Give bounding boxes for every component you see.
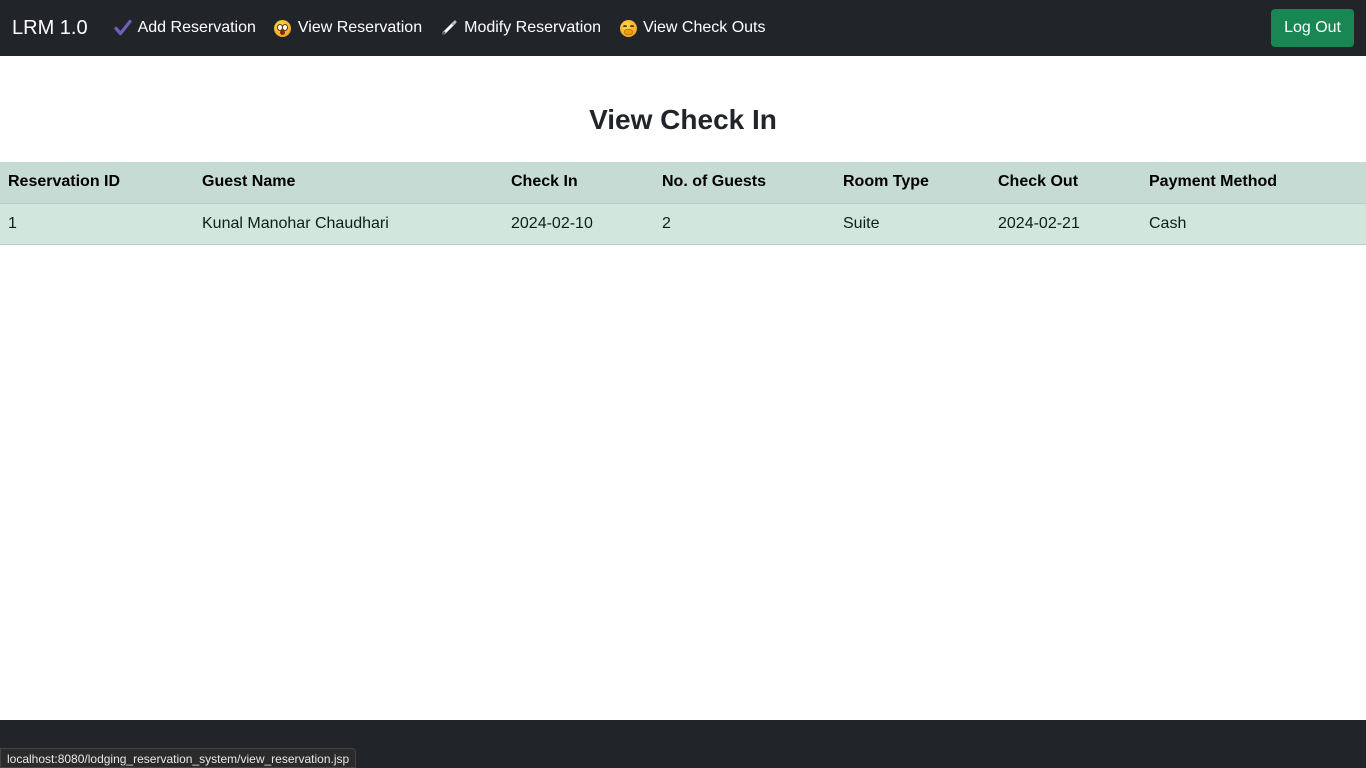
nav-view-reservation-label: View Reservation	[297, 19, 423, 36]
navbar: LRM 1.0 Add Reservation View Reservation…	[0, 0, 1366, 56]
cell-room-type: Suite	[835, 203, 990, 245]
nav-view-reservation[interactable]: View Reservation	[274, 19, 422, 37]
logout-button[interactable]: Log Out	[1271, 9, 1354, 47]
nav-view-check-outs-label: View Check Outs	[643, 19, 766, 36]
header-guest-name: Guest Name	[194, 162, 503, 204]
status-bar-url: localhost:8080/lodging_reservation_syste…	[0, 748, 357, 768]
table-header-row: Reservation ID Guest Name Check In No. o…	[0, 162, 1366, 204]
nav-add-reservation-label: Add Reservation	[137, 19, 256, 36]
nav-view-check-outs[interactable]: View Check Outs	[619, 19, 765, 37]
nav-add-reservation[interactable]: Add Reservation	[113, 19, 256, 37]
header-check-out: Check Out	[990, 162, 1141, 204]
cell-guest-name: Kunal Manohar Chaudhari	[194, 203, 503, 245]
cell-check-in: 2024-02-10	[503, 203, 654, 245]
header-payment-method: Payment Method	[1141, 162, 1366, 204]
checkin-table: Reservation ID Guest Name Check In No. o…	[0, 162, 1366, 245]
cell-check-out: 2024-02-21	[990, 203, 1141, 245]
header-no-of-guests: No. of Guests	[654, 162, 835, 204]
cell-no-of-guests: 2	[654, 203, 835, 245]
pen-icon	[440, 19, 458, 37]
cell-payment-method: Cash	[1141, 203, 1366, 245]
nav-modify-reservation[interactable]: Modify Reservation	[440, 19, 601, 37]
cell-reservation-id: 1	[0, 203, 194, 245]
header-reservation-id: Reservation ID	[0, 162, 194, 204]
brand-link[interactable]: LRM 1.0	[12, 17, 88, 40]
nav-modify-reservation-label: Modify Reservation	[464, 19, 602, 36]
table-row: 1 Kunal Manohar Chaudhari 2024-02-10 2 S…	[0, 203, 1366, 245]
shocked-face-icon	[274, 19, 292, 37]
check-icon	[113, 19, 132, 37]
page-title: View Check In	[589, 104, 777, 135]
header-check-in: Check In	[503, 162, 654, 204]
header-room-type: Room Type	[835, 162, 990, 204]
giggle-face-icon	[619, 19, 637, 37]
